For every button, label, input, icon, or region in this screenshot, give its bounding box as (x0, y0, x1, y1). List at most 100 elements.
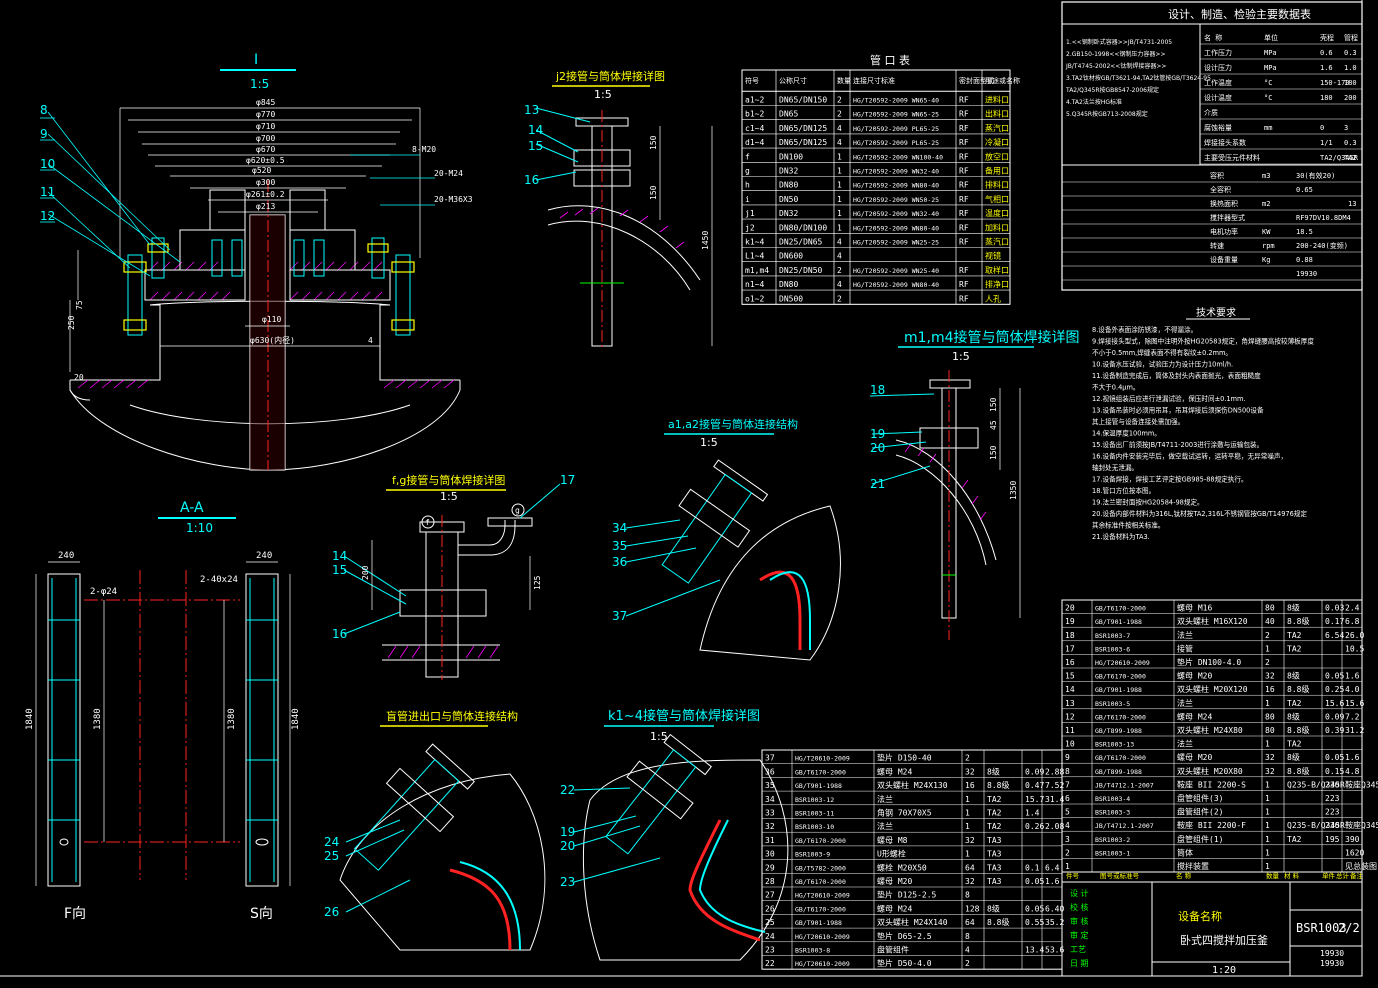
parts_top-cell-18-1: BSR1003-1 (1095, 849, 1130, 857)
nozzle-cell-11-5: 视镜 (985, 251, 1001, 261)
k14-callout-2: 20 (560, 839, 575, 853)
nozzle-cell-1-3: HG/T20592-2009 WN65-25 (853, 111, 939, 119)
nozzle-cell-4-5: 放空口 (985, 151, 1009, 161)
fg-scale: 1:5 (440, 490, 458, 503)
a12-callout-0: 34 (612, 521, 627, 535)
nozzle-cell-3-5: 冷凝口 (985, 137, 1009, 147)
nozzle-cell-10-1: DN25/DN65 (779, 238, 823, 247)
nozzle-header-3: 连接尺寸标准 (853, 76, 895, 85)
parts_bottom-cell-4-1: BSR1003-11 (795, 810, 834, 818)
parts_bottom-cell-12-0: 25 (765, 918, 775, 927)
k14-callout-1: 19 (560, 825, 575, 839)
aa-dim-slot: 2-40x24 (200, 575, 238, 585)
view-i-title: I (254, 52, 258, 68)
design-param-2-1: MPa (1264, 64, 1277, 72)
parts_top-cell-2-5: 6.54 (1325, 631, 1344, 640)
parts_top-cell-7-3: 1 (1265, 699, 1270, 708)
nozzle-header-1: 公称尺寸 (779, 76, 807, 85)
design-extra-0-0: 容积 (1210, 171, 1224, 180)
nozzle-header-2: 数量 (837, 76, 851, 85)
view-i-callout-0: 8 (40, 103, 48, 117)
note-line-18: 21.设备材料为TA3. (1092, 532, 1150, 541)
design-param-1-0: 工作压力 (1204, 48, 1232, 57)
nozzle-cell-8-4: RF (959, 209, 969, 218)
nozzle-cell-14-2: 2 (837, 294, 842, 303)
parts_top-cell-7-4: TA2 (1287, 699, 1302, 708)
parts_bottom-cell-1-6: 2.88 (1045, 767, 1064, 776)
nozzle-cell-3-2: 4 (837, 138, 842, 147)
nozzle-cell-3-4: RF (959, 138, 969, 147)
parts_bottom-cell-10-2: 垫片 D125-2.5 (877, 890, 937, 900)
note-line-15: 19.法兰密封面按HG20584-98规定。 (1092, 498, 1204, 507)
nozzle-cell-2-2: 4 (837, 124, 842, 133)
parts_top-cell-9-0: 11 (1065, 726, 1075, 735)
parts_bottom-cell-1-0: 36 (765, 767, 775, 776)
parts_bottom-cell-8-4: TA3 (987, 863, 1002, 872)
design-param-4-2: 180 (1320, 94, 1333, 102)
fg-callout-1: 15 (332, 563, 347, 577)
design-extra-2-1: m2 (1262, 200, 1270, 208)
parts_top-cell-5-4: 8级 (1287, 671, 1300, 681)
nozzle-cell-10-0: k1~4 (745, 238, 764, 247)
note-line-0: 8.设备外表面涂防锈漆，不得漏涂。 (1092, 325, 1197, 334)
nozzle-cell-9-4: RF (959, 223, 969, 232)
view-i-callout-2: 10 (40, 157, 55, 171)
parts_bottom-cell-14-5: 13.4 (1025, 946, 1044, 955)
parts_top-cell-6-0: 14 (1065, 685, 1075, 694)
parts_top-cell-16-5: 230 (1325, 821, 1340, 830)
parts_top-cell-6-5: 0.25 (1325, 685, 1344, 694)
equipment-label: 设备名称 (1178, 909, 1222, 923)
parts_top-cell-8-1: GB/T6170-2000 (1095, 713, 1146, 721)
blind-callout-1: 25 (324, 849, 339, 863)
nozzle-cell-10-4: RF (959, 238, 969, 247)
parts_top-cell-8-0: 12 (1065, 712, 1075, 721)
parts_top-cell-15-0: 5 (1065, 808, 1070, 817)
parts_bottom-cell-14-2: 盘管组件 (877, 945, 909, 955)
nozzle-cell-8-5: 温度口 (985, 208, 1009, 218)
parts_bottom-cell-5-5: 0.26 (1025, 822, 1044, 831)
svg-text:g: g (515, 506, 520, 515)
cad-canvas: I 1:5 φ845φ770φ710φ700φ670φ620±0.5φ520φ3… (0, 0, 1378, 988)
parts_top-cell-0-6: 2.4 (1345, 604, 1360, 613)
nozzle-cell-14-4: RF (959, 294, 969, 303)
weight-1: 19930 (1320, 949, 1344, 958)
parts_top-cell-9-2: 双头螺柱 M24X80 (1177, 725, 1243, 735)
design-left-3: 3.TA2钛材按GB/T3621-94,TA2钛管按GB/T3624-95 (1066, 74, 1211, 82)
nozzle-cell-11-2: 4 (837, 252, 842, 261)
nozzle-cell-2-5: 蒸汽口 (985, 123, 1009, 133)
parts_top-cell-0-4: 8级 (1287, 603, 1300, 613)
parts_top-cell-6-1: GB/T901-1988 (1095, 686, 1142, 694)
view-i-dim-2: φ710 (256, 122, 275, 131)
design-param-3-3: 180 (1344, 79, 1357, 87)
parts_top-cell-13-0: 7 (1065, 780, 1070, 789)
parts_bottom-cell-2-4: 8.8级 (987, 780, 1009, 790)
parts_top-cell-5-1: GB/T6170-2000 (1095, 673, 1146, 681)
nozzle-cell-13-5: 排净口 (985, 279, 1009, 289)
design-extra-0-1: m3 (1262, 172, 1270, 180)
nozzle-cell-6-1: DN80 (779, 181, 798, 190)
design-extra-3-0: 搅拌器型式 (1210, 213, 1245, 222)
parts_top-cell-4-2: 垫片 DN100-4.0 (1177, 657, 1241, 667)
parts_bottom-cell-15-2: 垫片 D50-4.0 (877, 958, 932, 968)
parts-header-7: 备注 (1350, 871, 1364, 880)
m-dim-a: 150 (989, 397, 998, 412)
parts_top-cell-7-0: 13 (1065, 699, 1075, 708)
nozzle-cell-4-2: 1 (837, 152, 842, 161)
parts_bottom-cell-11-3: 128 (965, 904, 980, 913)
parts_top-cell-12-2: 双头螺柱 M20X80 (1177, 766, 1243, 776)
nozzle-cell-0-1: DN65/DN150 (779, 96, 827, 105)
design-param-4-0: 设计温度 (1204, 93, 1232, 102)
parts_top-cell-10-4: TA2 (1287, 740, 1302, 749)
parts_top-cell-5-0: 15 (1065, 672, 1075, 681)
note-line-9: 14.保温厚度100mm。 (1092, 429, 1161, 438)
parts_bottom-cell-12-2: 双头螺柱 M24X140 (877, 917, 948, 927)
design-param-8-3: TA2 (1344, 154, 1357, 162)
parts_top-cell-1-6: 6.8 (1345, 617, 1360, 626)
design-param-3-1: °C (1264, 79, 1272, 87)
parts_bottom-cell-4-2: 角钢 70X70X5 (877, 808, 932, 818)
design-param-4-1: °C (1264, 94, 1272, 102)
parts_bottom-cell-9-4: TA3 (987, 877, 1002, 886)
parts_bottom-cell-11-4: 8级 (987, 903, 1000, 913)
nozzle-cell-1-4: RF (959, 110, 969, 119)
design-param-1-1: MPa (1264, 49, 1277, 57)
